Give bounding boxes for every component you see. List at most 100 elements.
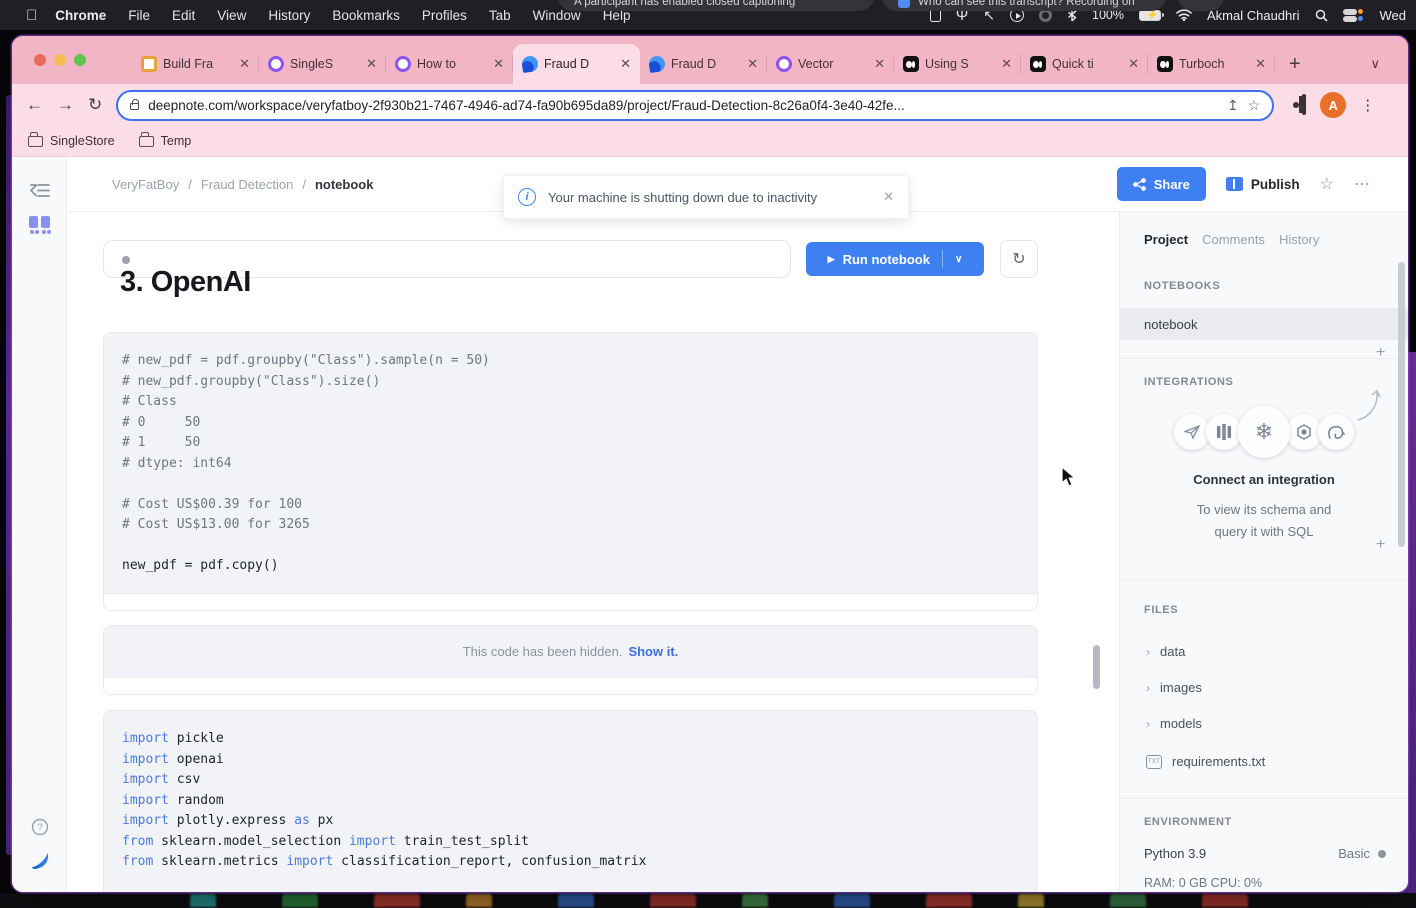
active-app-name[interactable]: Chrome	[55, 8, 106, 23]
tab-close-icon[interactable]: ✕	[747, 56, 758, 72]
cell-output-1	[104, 593, 1037, 610]
browser-tab-8[interactable]: Quick ti✕	[1021, 44, 1148, 84]
browser-tab-9[interactable]: Turboch✕	[1148, 44, 1275, 84]
bookmarks-bar: SingleStore Temp	[12, 126, 1408, 157]
sidebar-tab-history[interactable]: History	[1279, 232, 1319, 247]
menu-item-bookmarks[interactable]: Bookmarks	[332, 8, 400, 23]
tab-close-icon[interactable]: ✕	[1255, 56, 1266, 72]
code-editor-2[interactable]: import pickleimport openaiimport csvimpo…	[104, 711, 1037, 892]
browser-tab-6[interactable]: Vector✕	[767, 44, 894, 84]
run-notebook-button[interactable]: ▶ Run notebook ∨	[806, 242, 984, 276]
snowflake-integration-icon[interactable]: ❄	[1238, 406, 1290, 458]
apple-menu-icon[interactable]: 	[26, 7, 37, 24]
spotlight-search-icon[interactable]	[1315, 9, 1328, 22]
tab-favicon-ring-purple	[395, 56, 411, 72]
tab-close-icon[interactable]: ✕	[493, 56, 504, 72]
battery-icon[interactable]: ⚡	[1139, 10, 1161, 21]
tab-close-icon[interactable]: ✕	[239, 56, 250, 72]
toast-close-icon[interactable]: ✕	[883, 189, 894, 205]
cell-output-2	[104, 677, 1037, 694]
postgresql-integration-icon[interactable]	[1318, 414, 1354, 450]
profile-avatar[interactable]: A	[1320, 92, 1346, 118]
code-editor-1[interactable]: # new_pdf = pdf.groupby("Class").sample(…	[104, 333, 1037, 593]
bookmark-star-icon[interactable]: ☆	[1248, 97, 1261, 114]
integrations-rail-icon[interactable]	[12, 215, 67, 237]
deepnote-app: ? VeryFatBoy/ Fraud Detection/ notebook …	[12, 157, 1408, 892]
folder-name: models	[1160, 716, 1202, 731]
browser-tab-2[interactable]: SingleS ✕	[259, 44, 386, 84]
browser-tab-3[interactable]: How to ✕	[386, 44, 513, 84]
tab-title: How to	[417, 57, 487, 71]
sidebar-item-notebook[interactable]: notebook	[1120, 308, 1408, 340]
browser-tab-5[interactable]: Fraud D✕	[640, 44, 767, 84]
more-options-button[interactable]: ⋯	[1354, 174, 1370, 194]
menu-item-file[interactable]: File	[128, 8, 150, 23]
notebook-scrollbar-thumb[interactable]	[1093, 645, 1100, 689]
show-code-link[interactable]: Show it.	[628, 644, 678, 659]
notebook-canvas: ▶ Run notebook ∨ ↻ 3. OpenAI # new_pdf =…	[67, 212, 1119, 892]
bookmark-temp[interactable]: Temp	[139, 134, 192, 148]
add-notebook-button[interactable]: +	[1376, 344, 1386, 362]
chevron-right-icon: ›	[1146, 681, 1150, 695]
breadcrumb-project[interactable]: Fraud Detection	[201, 177, 294, 192]
tab-title: SingleS	[290, 57, 360, 71]
browser-tab-7[interactable]: Using S✕	[894, 44, 1021, 84]
bigquery-integration-icon[interactable]	[1286, 414, 1322, 450]
paper-plane-integration-icon[interactable]	[1174, 414, 1210, 450]
macos-dock[interactable]	[0, 893, 1416, 908]
folder-item-models[interactable]: ›models	[1120, 716, 1408, 731]
environment-runtime-row[interactable]: Python 3.9 Basic	[1120, 846, 1408, 861]
forward-button[interactable]: →	[57, 95, 74, 115]
menu-item-history[interactable]: History	[268, 8, 310, 23]
redshift-integration-icon[interactable]	[1206, 414, 1242, 450]
favorite-star-button[interactable]: ☆	[1320, 174, 1334, 194]
curved-arrow	[1356, 388, 1382, 422]
machine-status-dot	[1378, 850, 1386, 858]
close-window-button[interactable]	[34, 54, 46, 66]
menubar-account-name[interactable]: Akmal Chaudhri	[1207, 8, 1300, 23]
tab-close-icon[interactable]: ✕	[1128, 56, 1139, 72]
reload-button[interactable]: ↻	[88, 95, 102, 115]
url-text[interactable]: deepnote.com/workspace/veryfatboy-2f930b…	[148, 98, 1218, 113]
lock-icon[interactable]	[130, 103, 139, 110]
browser-window: Build Fra✕SingleS✕How to✕Fraud D✕Fraud D…	[12, 36, 1408, 892]
share-button[interactable]: Share	[1117, 167, 1206, 201]
browser-tab-4[interactable]: Fraud D✕	[513, 44, 640, 84]
side-panel-icon[interactable]	[1302, 96, 1306, 114]
minimize-window-button[interactable]	[54, 54, 66, 66]
table-of-contents-icon[interactable]	[12, 183, 67, 198]
tab-close-icon[interactable]: ✕	[620, 56, 631, 72]
tab-close-icon[interactable]: ✕	[1001, 56, 1012, 72]
file-item-requirements[interactable]: TXT requirements.txt	[1120, 754, 1408, 769]
sidebar-tab-comments[interactable]: Comments	[1202, 232, 1265, 247]
share-page-icon[interactable]: ↥	[1227, 97, 1239, 114]
tab-close-icon[interactable]: ✕	[366, 56, 377, 72]
breadcrumb-notebook[interactable]: notebook	[315, 177, 374, 192]
bookmark-singlestore[interactable]: SingleStore	[28, 134, 115, 148]
tab-search-chevron-icon[interactable]: ∨	[1370, 56, 1380, 72]
browser-menu-icon[interactable]: ⋮	[1360, 96, 1376, 114]
back-button[interactable]: ←	[26, 95, 43, 115]
folder-item-data[interactable]: ›data	[1120, 644, 1408, 659]
menu-item-profiles[interactable]: Profiles	[422, 8, 467, 23]
tab-close-icon[interactable]: ✕	[874, 56, 885, 72]
folder-item-images[interactable]: ›images	[1120, 680, 1408, 695]
new-tab-button[interactable]: +	[1289, 53, 1301, 76]
breadcrumb-workspace[interactable]: VeryFatBoy	[112, 177, 179, 192]
help-icon[interactable]: ?	[12, 818, 67, 836]
sidebar-tab-project[interactable]: Project	[1144, 232, 1188, 247]
publish-button[interactable]: Publish	[1226, 177, 1300, 192]
tab-strip: Build Fra✕SingleS✕How to✕Fraud D✕Fraud D…	[12, 36, 1408, 84]
menu-item-view[interactable]: View	[217, 8, 246, 23]
restart-machine-button[interactable]: ↻	[1000, 240, 1038, 278]
fast-user-switch-icon[interactable]	[1343, 8, 1365, 23]
integrations-section-header: INTEGRATIONS +	[1120, 376, 1408, 388]
folder-name: data	[1160, 644, 1185, 659]
deepnote-logo[interactable]	[12, 850, 67, 872]
zoom-window-button[interactable]	[74, 54, 86, 66]
menu-item-edit[interactable]: Edit	[172, 8, 195, 23]
address-bar[interactable]: deepnote.com/workspace/veryfatboy-2f930b…	[116, 90, 1274, 121]
menu-item-tab[interactable]: Tab	[489, 8, 511, 23]
sidebar-scrollbar-thumb[interactable]	[1398, 262, 1405, 547]
browser-tab-1[interactable]: Build Fra✕	[132, 44, 259, 84]
